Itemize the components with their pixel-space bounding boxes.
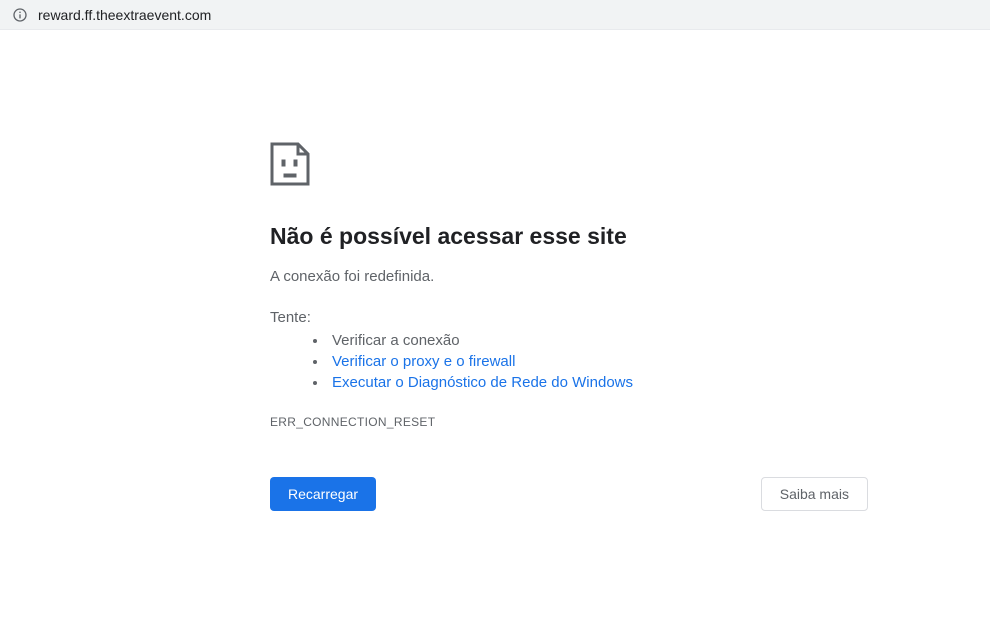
url-text[interactable]: reward.ff.theextraevent.com xyxy=(38,7,211,23)
error-code: ERR_CONNECTION_RESET xyxy=(270,415,870,429)
suggestion-link-diagnostics[interactable]: Executar o Diagnóstico de Rede do Window… xyxy=(332,374,633,391)
button-row: Recarregar Saiba mais xyxy=(270,477,868,511)
suggestions-list: Verificar a conexão Verificar o proxy e … xyxy=(270,332,870,391)
suggestion-link-proxy[interactable]: Verificar o proxy e o firewall xyxy=(332,353,515,370)
address-bar: reward.ff.theextraevent.com xyxy=(0,0,990,30)
error-title: Não é possível acessar esse site xyxy=(270,223,870,250)
info-icon xyxy=(12,7,28,23)
reload-button[interactable]: Recarregar xyxy=(270,477,376,511)
suggestion-item: Executar o Diagnóstico de Rede do Window… xyxy=(328,374,870,391)
learn-more-button[interactable]: Saiba mais xyxy=(761,477,868,511)
sad-page-icon xyxy=(270,142,870,191)
error-page-content: Não é possível acessar esse site A conex… xyxy=(0,30,990,511)
suggestion-text: Verificar a conexão xyxy=(332,332,460,349)
try-label: Tente: xyxy=(270,309,870,326)
suggestion-item: Verificar o proxy e o firewall xyxy=(328,353,870,370)
error-subtitle: A conexão foi redefinida. xyxy=(270,268,870,285)
suggestion-item: Verificar a conexão xyxy=(328,332,870,349)
